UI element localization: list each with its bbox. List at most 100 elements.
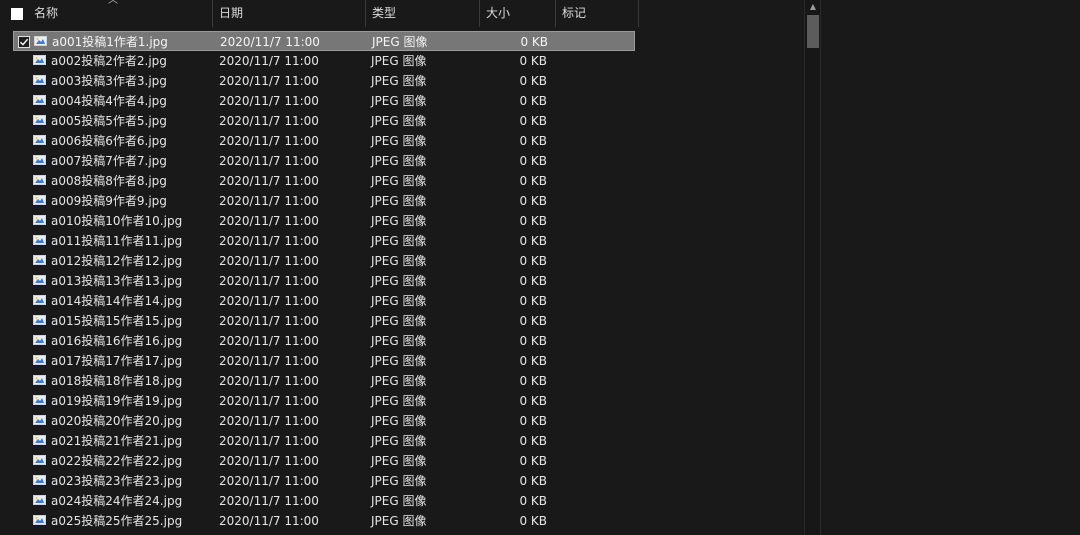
jpeg-image-icon xyxy=(33,275,46,285)
file-row[interactable]: a002投稿2作者2.jpg 2020/11/7 11:00 JPEG 图像 0 KB xyxy=(13,51,635,71)
file-type: JPEG 图像 xyxy=(371,114,427,128)
jpeg-image-icon xyxy=(33,375,46,385)
file-row[interactable]: a017投稿17作者17.jpg 2020/11/7 11:00 JPEG 图像 0 … xyxy=(13,351,635,371)
jpeg-image-icon xyxy=(33,215,46,225)
file-date: 2020/11/7 11:00 xyxy=(219,214,319,228)
file-type: JPEG 图像 xyxy=(371,134,427,148)
file-name: a024投稿24作者24.jpg xyxy=(51,494,183,508)
jpeg-image-icon xyxy=(33,315,46,325)
file-date: 2020/11/7 11:00 xyxy=(219,134,319,148)
column-header-name[interactable]: 名称 xyxy=(28,0,212,27)
jpeg-image-icon xyxy=(33,335,46,345)
column-header-type[interactable]: 类型 xyxy=(366,0,479,27)
file-name: a002投稿2作者2.jpg xyxy=(51,54,167,68)
file-size: 0 KB xyxy=(519,54,547,68)
file-size: 0 KB xyxy=(519,274,547,288)
file-size: 0 KB xyxy=(519,434,547,448)
file-row[interactable]: a001投稿1作者1.jpg 2020/11/7 11:00 JPEG 图像 0 KB xyxy=(13,31,635,51)
file-row[interactable]: a003投稿3作者3.jpg 2020/11/7 11:00 JPEG 图像 0 KB xyxy=(13,71,635,91)
file-size: 0 KB xyxy=(519,294,547,308)
file-size: 0 KB xyxy=(520,35,548,49)
jpeg-image-icon xyxy=(33,195,46,205)
file-type: JPEG 图像 xyxy=(371,234,427,248)
file-date: 2020/11/7 11:00 xyxy=(219,234,319,248)
file-row[interactable]: a008投稿8作者8.jpg 2020/11/7 11:00 JPEG 图像 0 KB xyxy=(13,171,635,191)
file-type: JPEG 图像 xyxy=(372,35,428,49)
column-header-bar: ︿ 名称 日期 类型 大小 标记 xyxy=(0,0,804,27)
file-date: 2020/11/7 11:00 xyxy=(219,374,319,388)
column-header-tags[interactable]: 标记 xyxy=(556,0,638,27)
file-size: 0 KB xyxy=(519,214,547,228)
file-row[interactable]: a009投稿9作者9.jpg 2020/11/7 11:00 JPEG 图像 0 KB xyxy=(13,191,635,211)
file-row[interactable]: a007投稿7作者7.jpg 2020/11/7 11:00 JPEG 图像 0 KB xyxy=(13,151,635,171)
jpeg-image-icon xyxy=(33,515,46,525)
file-type: JPEG 图像 xyxy=(371,74,427,88)
file-date: 2020/11/7 11:00 xyxy=(219,154,319,168)
file-row[interactable]: a018投稿18作者18.jpg 2020/11/7 11:00 JPEG 图像 0 … xyxy=(13,371,635,391)
file-row[interactable]: a023投稿23作者23.jpg 2020/11/7 11:00 JPEG 图像 0 … xyxy=(13,471,635,491)
file-row[interactable]: a006投稿6作者6.jpg 2020/11/7 11:00 JPEG 图像 0 KB xyxy=(13,131,635,151)
vertical-scrollbar[interactable]: ▲ xyxy=(804,0,821,535)
file-row[interactable]: a014投稿14作者14.jpg 2020/11/7 11:00 JPEG 图像 0 … xyxy=(13,291,635,311)
column-header-name-label: 名称 xyxy=(34,6,59,20)
file-name: a009投稿9作者9.jpg xyxy=(51,194,167,208)
file-type: JPEG 图像 xyxy=(371,174,427,188)
column-header-tags-label: 标记 xyxy=(562,6,587,20)
file-row[interactable]: a021投稿21作者21.jpg 2020/11/7 11:00 JPEG 图像 0 … xyxy=(13,431,635,451)
file-name: a016投稿16作者16.jpg xyxy=(51,334,183,348)
file-size: 0 KB xyxy=(519,494,547,508)
file-size: 0 KB xyxy=(519,514,547,528)
file-type: JPEG 图像 xyxy=(371,214,427,228)
file-row[interactable]: a010投稿10作者10.jpg 2020/11/7 11:00 JPEG 图像 0 … xyxy=(13,211,635,231)
select-all-checkbox[interactable] xyxy=(11,8,23,20)
file-row[interactable]: a025投稿25作者25.jpg 2020/11/7 11:00 JPEG 图像 0 … xyxy=(13,511,635,531)
jpeg-image-icon xyxy=(33,415,46,425)
file-row[interactable]: a019投稿19作者19.jpg 2020/11/7 11:00 JPEG 图像 0 … xyxy=(13,391,635,411)
file-date: 2020/11/7 11:00 xyxy=(219,54,319,68)
file-date: 2020/11/7 11:00 xyxy=(219,474,319,488)
file-row[interactable]: a012投稿12作者12.jpg 2020/11/7 11:00 JPEG 图像 0 … xyxy=(13,251,635,271)
file-size: 0 KB xyxy=(519,194,547,208)
jpeg-image-icon xyxy=(33,295,46,305)
file-name: a011投稿11作者11.jpg xyxy=(51,234,183,248)
file-date: 2020/11/7 11:00 xyxy=(219,454,319,468)
row-checkbox[interactable] xyxy=(18,36,30,48)
file-row[interactable]: a005投稿5作者5.jpg 2020/11/7 11:00 JPEG 图像 0 KB xyxy=(13,111,635,131)
scroll-up-arrow-icon[interactable]: ▲ xyxy=(808,3,818,11)
file-type: JPEG 图像 xyxy=(371,334,427,348)
jpeg-image-icon xyxy=(33,235,46,245)
file-row[interactable]: a015投稿15作者15.jpg 2020/11/7 11:00 JPEG 图像 0 … xyxy=(13,311,635,331)
file-name: a010投稿10作者10.jpg xyxy=(51,214,183,228)
jpeg-image-icon xyxy=(34,36,47,46)
file-size: 0 KB xyxy=(519,234,547,248)
file-size: 0 KB xyxy=(519,254,547,268)
column-divider[interactable] xyxy=(638,0,639,27)
file-row[interactable]: a004投稿4作者4.jpg 2020/11/7 11:00 JPEG 图像 0 KB xyxy=(13,91,635,111)
file-size: 0 KB xyxy=(519,314,547,328)
file-name: a004投稿4作者4.jpg xyxy=(51,94,167,108)
scrollbar-thumb[interactable] xyxy=(807,15,819,48)
file-name: a007投稿7作者7.jpg xyxy=(51,154,167,168)
file-row[interactable]: a024投稿24作者24.jpg 2020/11/7 11:00 JPEG 图像 0 … xyxy=(13,491,635,511)
jpeg-image-icon xyxy=(33,355,46,365)
file-type: JPEG 图像 xyxy=(371,514,427,528)
file-size: 0 KB xyxy=(519,134,547,148)
column-header-size[interactable]: 大小 xyxy=(480,0,555,27)
jpeg-image-icon xyxy=(33,435,46,445)
jpeg-image-icon xyxy=(33,475,46,485)
file-size: 0 KB xyxy=(519,354,547,368)
file-row[interactable]: a016投稿16作者16.jpg 2020/11/7 11:00 JPEG 图像 0 … xyxy=(13,331,635,351)
file-type: JPEG 图像 xyxy=(371,494,427,508)
file-size: 0 KB xyxy=(519,414,547,428)
column-header-date[interactable]: 日期 xyxy=(213,0,365,27)
file-row[interactable]: a020投稿20作者20.jpg 2020/11/7 11:00 JPEG 图像 0 … xyxy=(13,411,635,431)
file-date: 2020/11/7 11:00 xyxy=(219,354,319,368)
file-name: a017投稿17作者17.jpg xyxy=(51,354,183,368)
file-type: JPEG 图像 xyxy=(371,154,427,168)
file-name: a018投稿18作者18.jpg xyxy=(51,374,183,388)
file-row[interactable]: a011投稿11作者11.jpg 2020/11/7 11:00 JPEG 图像 0 … xyxy=(13,231,635,251)
file-row[interactable]: a022投稿22作者22.jpg 2020/11/7 11:00 JPEG 图像 0 … xyxy=(13,451,635,471)
file-row[interactable]: a013投稿13作者13.jpg 2020/11/7 11:00 JPEG 图像 0 … xyxy=(13,271,635,291)
file-size: 0 KB xyxy=(519,74,547,88)
file-date: 2020/11/7 11:00 xyxy=(219,314,319,328)
